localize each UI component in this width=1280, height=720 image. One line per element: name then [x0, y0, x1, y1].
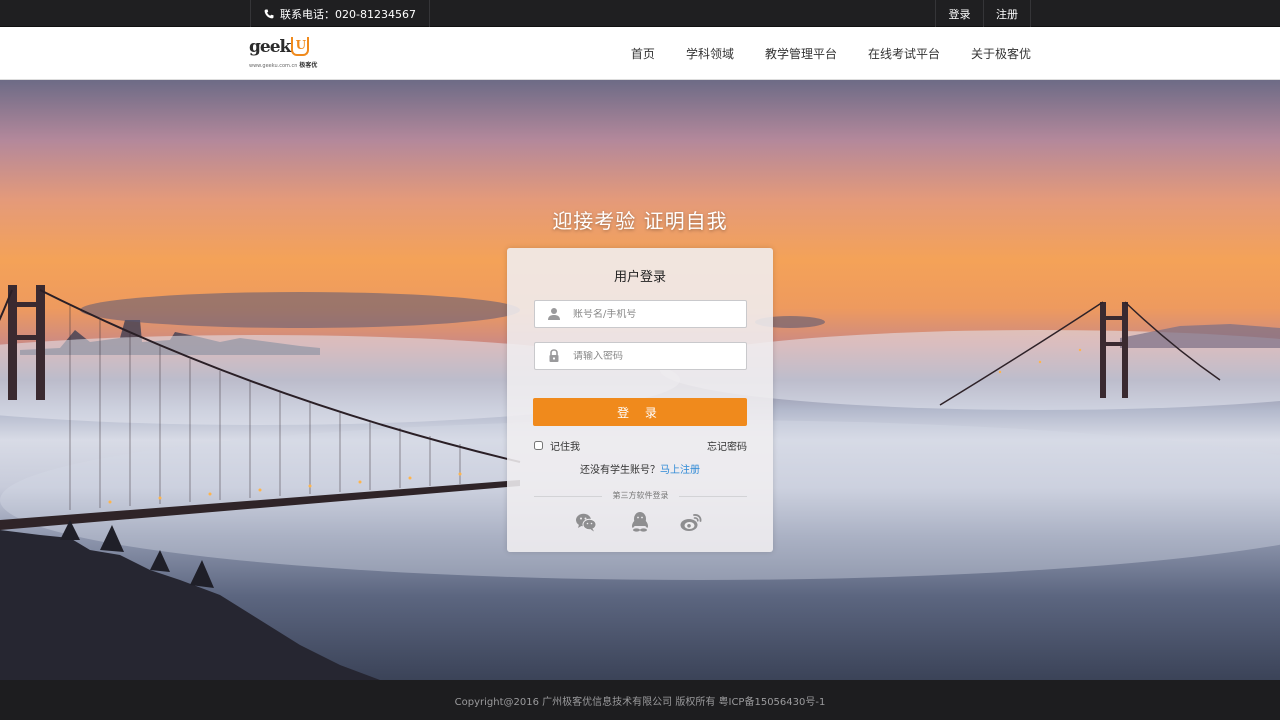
remember-me-checkbox[interactable] [534, 441, 543, 450]
contact-phone: 联系电话：020-81234567 [250, 0, 430, 27]
wechat-icon[interactable] [574, 510, 598, 534]
remember-me[interactable]: 记住我 [534, 438, 580, 453]
divider-line-right [679, 496, 747, 497]
user-icon [548, 308, 560, 320]
phone-text: 联系电话：020-81234567 [280, 7, 416, 21]
site-header: geek U www.geeku.com.cn 极客优 首页 学科领域 教学管理平台… [0, 27, 1280, 80]
main-nav: 首页 学科领域 教学管理平台 在线考试平台 关于极客优 [600, 27, 1031, 80]
logo-tagline: www.geeku.com.cn 极客优 [249, 60, 319, 69]
phone-icon [264, 9, 274, 18]
register-now-link[interactable]: 马上注册 [660, 465, 700, 476]
logo-url: www.geeku.com.cn [249, 63, 298, 69]
nav-teaching-platform[interactable]: 教学管理平台 [765, 45, 837, 62]
nav-home[interactable]: 首页 [631, 45, 655, 62]
top-login-link[interactable]: 登录 [935, 0, 983, 27]
third-party-divider: 第三方软件登录 [534, 491, 747, 501]
lock-icon [549, 349, 559, 362]
password-input[interactable] [573, 350, 743, 362]
forgot-password-link[interactable]: 忘记密码 [707, 438, 747, 453]
nav-subjects[interactable]: 学科领域 [686, 45, 734, 62]
remember-me-label: 记住我 [550, 442, 580, 453]
copyright-text: Copyright@2016 广州极客优信息技术有限公司 版权所有 粤ICP备1… [454, 696, 826, 708]
site-footer: Copyright@2016 广州极客优信息技术有限公司 版权所有 粤ICP备1… [0, 680, 1280, 720]
username-field[interactable] [534, 300, 747, 328]
password-field[interactable] [534, 342, 747, 370]
register-prompt: 还没有学生账号？马上注册 [507, 461, 773, 476]
hero-slogan: 迎接考验 证明自我 [552, 209, 728, 233]
login-title: 用户登录 [613, 270, 666, 285]
username-input[interactable] [573, 308, 743, 320]
logo-wordmark: geek U [249, 37, 319, 57]
account-links: 登录 注册 [935, 0, 1031, 27]
top-register-link[interactable]: 注册 [983, 0, 1031, 27]
logo-cn: 极客优 [299, 62, 318, 69]
logo-text: geek [249, 37, 291, 57]
qq-icon[interactable] [628, 510, 652, 534]
site-logo[interactable]: geek U www.geeku.com.cn 极客优 [249, 37, 319, 71]
register-prompt-text: 还没有学生账号？ [580, 465, 660, 476]
login-submit-button[interactable]: 登 录 [533, 398, 747, 426]
top-bar: 联系电话：020-81234567 登录 注册 [0, 0, 1280, 27]
login-card: 用户登录 登 录 记住我 忘记密码 还没有学生账号？马上注册 第三方软件登录 [507, 248, 773, 552]
nav-exam-platform[interactable]: 在线考试平台 [868, 45, 940, 62]
weibo-icon[interactable] [679, 510, 703, 534]
logo-u: U [291, 37, 310, 56]
nav-about[interactable]: 关于极客优 [971, 45, 1031, 62]
